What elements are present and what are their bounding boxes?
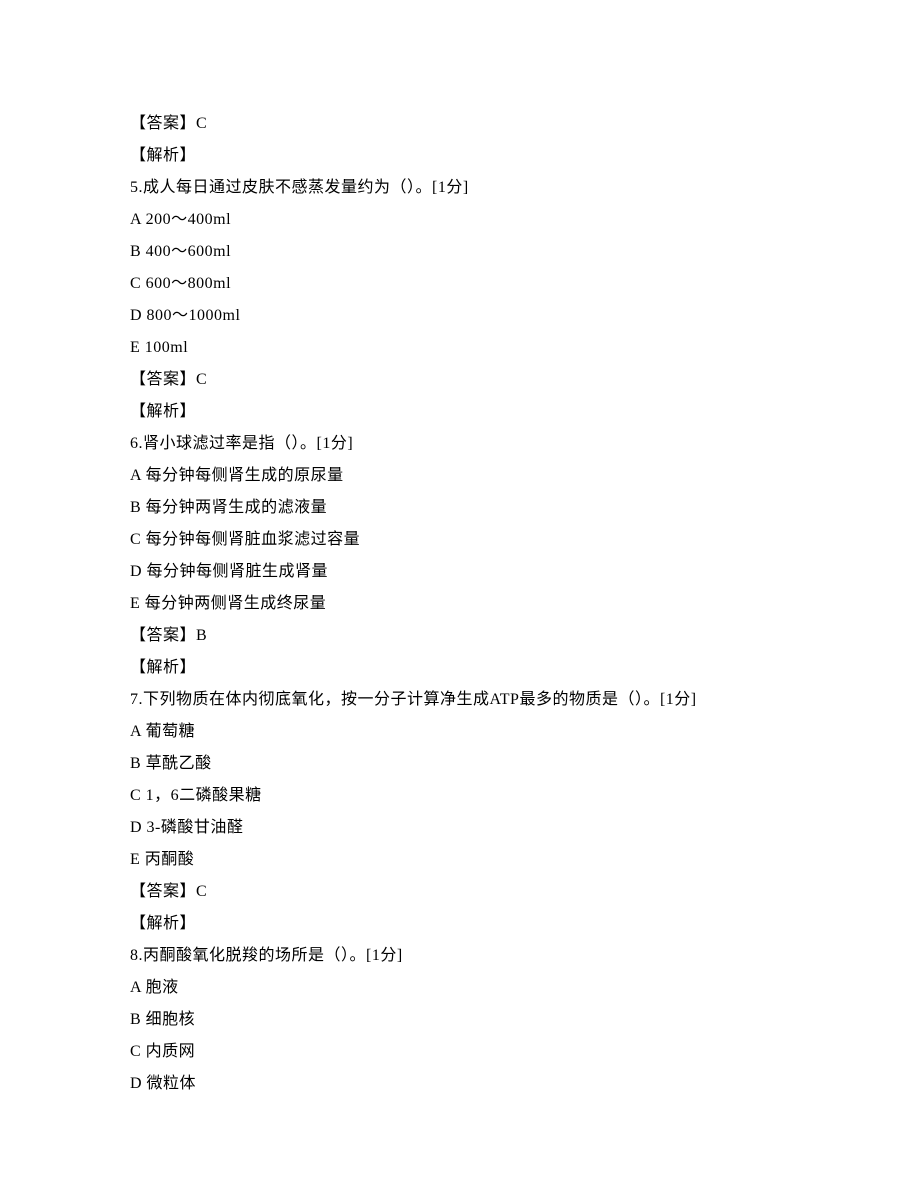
question-6-option-d: D 每分钟每侧肾脏生成肾量: [130, 556, 920, 588]
question-5-option-d: D 800～1000ml: [130, 300, 920, 332]
explanation-label: 【解析】: [130, 908, 920, 940]
question-5-option-a: A 200～400ml: [130, 204, 920, 236]
question-6-stem: 6.肾小球滤过率是指（）。[1分]: [130, 428, 920, 460]
answer-line: 【答案】C: [130, 108, 920, 140]
question-5-option-c: C 600～800ml: [130, 268, 920, 300]
answer-line: 【答案】C: [130, 364, 920, 396]
explanation-label: 【解析】: [130, 652, 920, 684]
explanation-label: 【解析】: [130, 396, 920, 428]
question-5-option-b: B 400～600ml: [130, 236, 920, 268]
question-8-option-a: A 胞液: [130, 972, 920, 1004]
question-5-option-e: E 100ml: [130, 332, 920, 364]
question-7-stem: 7.下列物质在体内彻底氧化，按一分子计算净生成ATP最多的物质是（）。[1分]: [130, 684, 920, 716]
question-8-option-c: C 内质网: [130, 1036, 920, 1068]
question-7-option-c: C 1，6二磷酸果糖: [130, 780, 920, 812]
question-5-stem: 5.成人每日通过皮肤不感蒸发量约为（）。[1分]: [130, 172, 920, 204]
question-6-option-a: A 每分钟每侧肾生成的原尿量: [130, 460, 920, 492]
question-6-option-b: B 每分钟两肾生成的滤液量: [130, 492, 920, 524]
question-8-stem: 8.丙酮酸氧化脱羧的场所是（）。[1分]: [130, 940, 920, 972]
question-8-option-b: B 细胞核: [130, 1004, 920, 1036]
question-6-option-e: E 每分钟两侧肾生成终尿量: [130, 588, 920, 620]
explanation-label: 【解析】: [130, 140, 920, 172]
document-page: 【答案】C 【解析】 5.成人每日通过皮肤不感蒸发量约为（）。[1分] A 20…: [0, 0, 920, 1191]
answer-line: 【答案】C: [130, 876, 920, 908]
question-7-option-b: B 草酰乙酸: [130, 748, 920, 780]
question-7-option-e: E 丙酮酸: [130, 844, 920, 876]
question-7-option-d: D 3-磷酸甘油醛: [130, 812, 920, 844]
question-6-option-c: C 每分钟每侧肾脏血浆滤过容量: [130, 524, 920, 556]
question-7-option-a: A 葡萄糖: [130, 716, 920, 748]
answer-line: 【答案】B: [130, 620, 920, 652]
question-8-option-d: D 微粒体: [130, 1068, 920, 1100]
